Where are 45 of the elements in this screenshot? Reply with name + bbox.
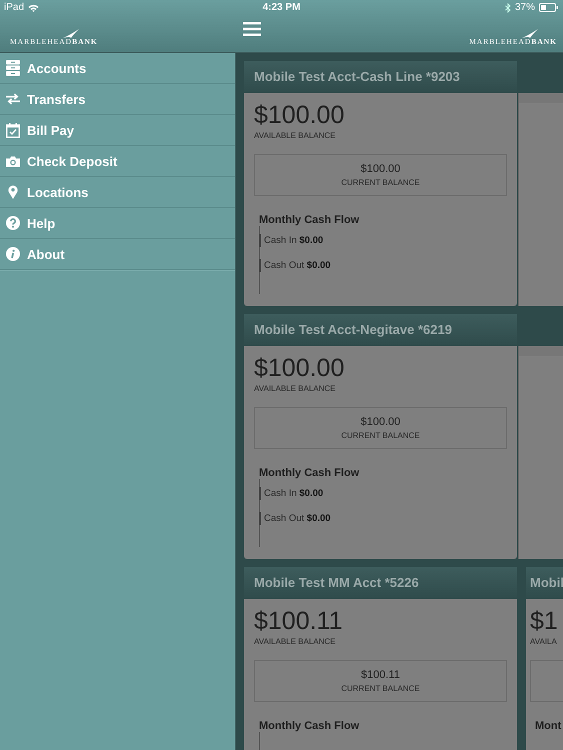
cash-out-line: Cash Out $0.00 [259,512,507,525]
question-icon [6,216,20,230]
cash-flow-title: Mont [535,720,562,732]
cash-flow-title: Monthly Cash Flow [259,214,360,226]
battery-percent: 37% [514,2,535,13]
cash-in-line: Cash In $0.00 [259,487,507,500]
sidebar-item[interactable]: About [0,239,235,270]
sidebar-item[interactable]: Check Deposit [0,146,235,177]
available-label: AVAILABLE BALANCE [254,637,337,646]
current-label: CURRENT BALANCE [341,178,420,187]
current-label: CURRENT BALANCE [341,431,420,440]
cabinet-icon [6,60,20,76]
menu-button[interactable] [243,22,261,36]
wifi-icon [28,4,40,12]
device-name: iPad [4,2,24,13]
sidebar-item[interactable]: Transfers [0,84,235,115]
current-label: CURRENT BALANCE [341,684,420,693]
current-amount: $100.00 [360,163,400,175]
available-label: AVAILABLE BALANCE [254,131,337,140]
status-time: 4:23 PM [262,2,300,13]
sidebar-item[interactable]: Help [0,208,235,239]
available-amount: $100.00 [254,354,346,382]
bluetooth-icon [504,2,511,12]
current-amount: $100.00 [360,416,400,428]
cash-in-line: Cash In $0.00 [259,234,507,247]
available-label: AVAILABLE BALANCE [254,384,337,393]
sidebar-item[interactable]: Bill Pay [0,115,235,146]
pin-icon [6,185,20,199]
available-amount: $100.00 [254,101,346,129]
cash-flow-title: Monthly Cash Flow [259,467,360,479]
sidebar-item[interactable]: Locations [0,177,235,208]
menu-icon [243,22,261,36]
arrows-icon [6,93,20,105]
current-amount: $100.11 [361,669,400,681]
bird-icon [62,29,80,39]
battery-icon [539,3,559,12]
bird-icon [521,29,539,39]
info-icon [6,247,20,261]
calendar-icon [6,122,20,138]
cash-out-line: Cash Out $0.00 [259,259,507,272]
available-label: AVAILA [530,637,558,646]
cash-flow-title: Monthly Cash Flow [259,720,360,732]
available-amount: $100.11 [254,607,344,635]
camera-icon [6,156,20,166]
available-amount: $1 [530,607,559,635]
